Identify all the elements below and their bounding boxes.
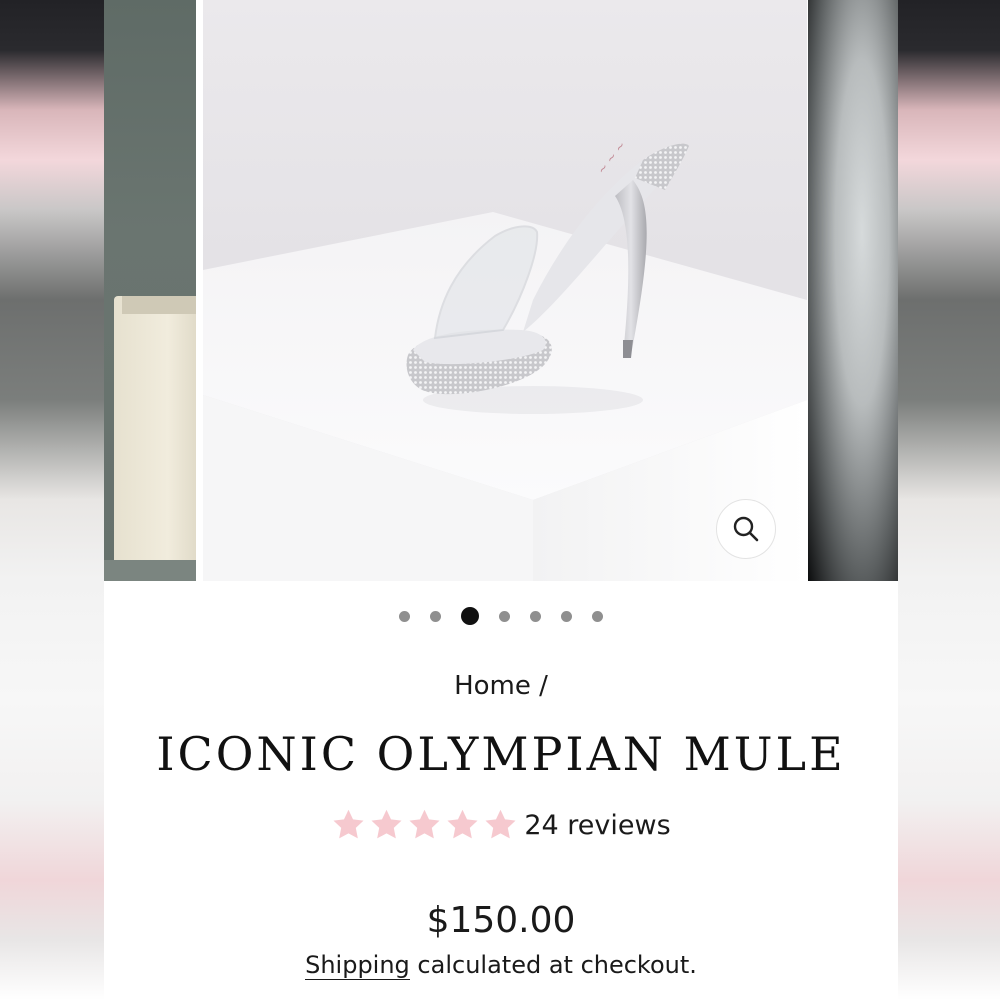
breadcrumb-separator: / — [539, 671, 548, 701]
breadcrumb-home-link[interactable]: Home — [454, 671, 531, 701]
reviews-count-link[interactable]: 24 reviews — [524, 810, 670, 841]
breadcrumb: Home / — [104, 671, 898, 701]
rating-stars[interactable] — [331, 808, 518, 842]
magnifier-icon — [733, 516, 759, 542]
gallery-slide-next[interactable] — [808, 0, 898, 581]
product-rating: 24 reviews — [104, 808, 898, 842]
star-icon — [331, 808, 366, 842]
gallery-slide-previous[interactable] — [104, 0, 196, 581]
shipping-link[interactable]: Shipping — [305, 951, 410, 980]
gallery-dot-active[interactable] — [461, 607, 479, 625]
product-gallery[interactable]: ~ ~ ~ — [104, 0, 898, 581]
lamp-shade-image — [114, 296, 196, 566]
product-page: ~ ~ ~ Home / ICONIC OLYMPIAN MULE 24 rev… — [104, 0, 898, 1000]
product-image: ~ ~ ~ — [203, 138, 807, 581]
gallery-dot[interactable] — [592, 610, 603, 622]
product-price: $150.00 — [426, 900, 576, 941]
gallery-dot[interactable] — [399, 610, 410, 622]
gallery-dot[interactable] — [561, 610, 572, 622]
slide-floor — [104, 560, 196, 581]
zoom-button[interactable] — [716, 499, 776, 559]
star-icon — [483, 808, 518, 842]
product-title: ICONIC OLYMPIAN MULE — [156, 727, 846, 781]
shipping-note-text: calculated at checkout. — [409, 951, 697, 979]
star-icon — [445, 808, 480, 842]
star-icon — [369, 808, 404, 842]
gallery-pagination — [104, 606, 898, 626]
shipping-note: Shipping calculated at checkout. — [104, 951, 898, 980]
gallery-dot[interactable] — [499, 610, 510, 622]
gallery-slide-current[interactable]: ~ ~ ~ — [203, 0, 807, 581]
star-icon — [407, 808, 442, 842]
gallery-dot[interactable] — [430, 610, 441, 622]
svg-text:~ ~ ~: ~ ~ ~ — [594, 138, 628, 176]
gallery-dot[interactable] — [530, 610, 541, 622]
lamp-top-edge — [122, 296, 196, 314]
